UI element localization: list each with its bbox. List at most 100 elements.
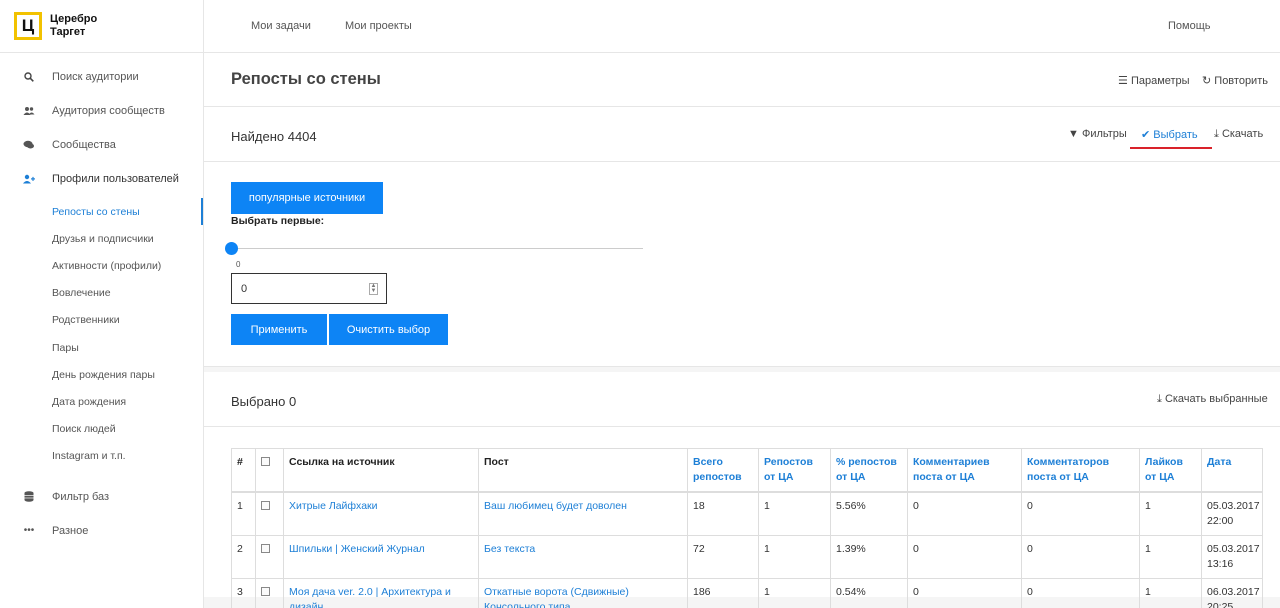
cell-select[interactable] (255, 578, 284, 608)
sidebar-item-audience-search[interactable]: Поиск аудитории (0, 60, 203, 94)
col-header-select-all[interactable] (255, 448, 284, 493)
col-header-commenters[interactable]: Комментаторов поста от ЦА (1021, 448, 1140, 493)
col-header-total-reposts[interactable]: Всего репостов (687, 448, 759, 493)
cell-reposts-from-ta: 1 (758, 535, 831, 579)
sidebar-subitem-wall-reposts[interactable]: Репосты со стены (0, 198, 203, 226)
found-count: Найдено 4404 (231, 129, 317, 144)
top-nav-my-projects[interactable]: Мои проекты (345, 20, 412, 32)
source-link[interactable]: Моя дача ver. 2.0 | Архитектура и дизайн (289, 586, 451, 608)
top-nav-my-tasks[interactable]: Мои задачи (251, 20, 311, 32)
row-checkbox[interactable] (261, 501, 270, 510)
selected-count: Выбрано 0 (231, 394, 297, 409)
cell-commenters: 0 (1021, 578, 1140, 608)
sidebar-item-label: Поиск аудитории (52, 71, 139, 83)
results-table-panel: # Ссылка на источник Пост Всего репостов… (204, 427, 1280, 608)
sidebar-subnav: Репосты со стены Друзья и подписчики Акт… (0, 198, 203, 470)
cell-reposts-from-ta: 1 (758, 578, 831, 608)
download-selected-button[interactable]: ⤓ Скачать выбранные (1157, 393, 1268, 406)
row-checkbox[interactable] (261, 587, 270, 596)
sidebar-subitem-couple-birthday[interactable]: День рождения пары (0, 361, 203, 388)
sidebar-subitem-activities[interactable]: Активности (профили) (0, 252, 203, 279)
pick-first-slider-track[interactable] (235, 248, 643, 249)
download-selected-label: Скачать выбранные (1164, 393, 1268, 405)
col-header-reposts-from-ta[interactable]: Репостов от ЦА (758, 448, 831, 493)
sidebar-item-label: Разное (52, 524, 89, 537)
main-content: Репосты со стены ☰ Параметры ↻ Повторить… (204, 53, 1280, 608)
repeat-label: Повторить (1214, 75, 1268, 87)
sidebar-item-misc[interactable]: ••• Разное (0, 514, 203, 548)
number-spinner-icon[interactable]: ▲ ▼ (369, 283, 378, 295)
select-all-checkbox[interactable] (261, 457, 270, 466)
sidebar-item-communities[interactable]: Сообщества (0, 128, 203, 162)
sliders-icon: ☰ (1118, 75, 1128, 87)
sidebar-subitem-people-search[interactable]: Поиск людей (0, 416, 203, 443)
col-header-date[interactable]: Дата (1201, 448, 1263, 493)
cell-source: Хитрые Лайфхаки (283, 491, 479, 536)
row-checkbox[interactable] (261, 544, 270, 553)
sidebar-subitem-relatives[interactable]: Родственники (0, 307, 203, 334)
sidebar-item-label: Фильтр баз (52, 490, 110, 503)
sidebar-nav-bottom: Фильтр баз ••• Разное (0, 480, 203, 548)
cell-pct-reposts: 0.54% (830, 578, 908, 608)
clear-selection-button[interactable]: Очистить выбор (329, 314, 448, 345)
cell-number: 1 (231, 491, 256, 536)
pick-first-slider-handle[interactable] (225, 242, 238, 255)
source-link[interactable]: Хитрые Лайфхаки (289, 500, 378, 512)
post-link[interactable]: Без текста (484, 543, 535, 555)
sidebar-nav: Поиск аудитории Аудитория сообществ Сооб… (0, 60, 203, 196)
select-label: Выбрать (1153, 129, 1198, 141)
sidebar-subitem-instagram[interactable]: Instagram и т.п. (0, 443, 203, 470)
sidebar-item-community-audience[interactable]: Аудитория сообществ (0, 94, 203, 128)
found-panel: Найдено 4404 ▼ Фильтры ✔ Выбрать ⤓ Скача… (204, 107, 1280, 162)
pick-first-input[interactable]: 0 ▲ ▼ (231, 273, 387, 304)
table-row: 2 Шпильки | Женский Журнал Без текста 72… (231, 535, 1263, 579)
cell-post: Откатные ворота (Сдвижные) Консольного т… (478, 578, 688, 608)
cell-commenters: 0 (1021, 535, 1140, 579)
logo-line-1: Церебро (50, 13, 98, 25)
sidebar: Ц Церебро Таргет Поиск аудитории Аудитор… (0, 0, 204, 608)
ellipsis-icon: ••• (23, 525, 35, 537)
results-table: # Ссылка на источник Пост Всего репостов… (231, 448, 1263, 608)
popular-sources-button[interactable]: популярные источники (231, 182, 383, 214)
cell-date: 05.03.2017 22:00 (1201, 491, 1263, 536)
selected-panel: Выбрано 0 ⤓ Скачать выбранные (204, 372, 1280, 427)
logo-mark: Ц (14, 12, 42, 40)
logo[interactable]: Ц Церебро Таргет (0, 0, 203, 53)
cell-source: Шпильки | Женский Журнал (283, 535, 479, 579)
filters-button[interactable]: ▼ Фильтры (1068, 128, 1127, 140)
download-button[interactable]: ⤓ Скачать (1214, 128, 1263, 141)
cell-number: 2 (231, 535, 256, 579)
download-icon: ⤓ (1157, 393, 1162, 405)
cell-select[interactable] (255, 491, 284, 536)
sidebar-item-user-profiles[interactable]: Профили пользователей (0, 162, 203, 196)
cell-number: 3 (231, 578, 256, 608)
cell-likes: 1 (1139, 491, 1202, 536)
col-header-pct-reposts[interactable]: % репостов от ЦА (830, 448, 908, 493)
cell-comments: 0 (907, 535, 1022, 579)
check-icon: ✔ (1141, 129, 1151, 141)
col-header-likes[interactable]: Лайков от ЦА (1139, 448, 1202, 493)
post-link[interactable]: Ваш любимец будет доволен (484, 500, 627, 512)
logo-line-2: Таргет (50, 26, 86, 38)
sidebar-subitem-engagement[interactable]: Вовлечение (0, 280, 203, 307)
sidebar-subitem-birth-date[interactable]: Дата рождения (0, 388, 203, 415)
logo-text: Церебро Таргет (50, 13, 97, 39)
top-nav-help[interactable]: Помощь (1168, 20, 1211, 32)
cell-select[interactable] (255, 535, 284, 579)
sidebar-item-label: Профили пользователей (52, 173, 179, 185)
select-panel: популярные источники Выбрать первые: 0 0… (204, 162, 1280, 367)
col-header-comments[interactable]: Комментариев поста от ЦА (907, 448, 1022, 493)
sidebar-item-db-filter[interactable]: Фильтр баз (0, 480, 203, 514)
source-link[interactable]: Шпильки | Женский Журнал (289, 543, 425, 555)
sidebar-item-label: Сообщества (52, 139, 116, 151)
params-button[interactable]: ☰ Параметры (1118, 74, 1190, 87)
post-link[interactable]: Откатные ворота (Сдвижные) Консольного т… (484, 586, 629, 608)
sidebar-subitem-friends-followers[interactable]: Друзья и подписчики (0, 225, 203, 252)
repeat-button[interactable]: ↻ Повторить (1202, 74, 1268, 87)
table-row: 1 Хитрые Лайфхаки Ваш любимец будет дово… (231, 491, 1263, 536)
slider-value: 0 (236, 260, 241, 269)
sidebar-subitem-couples[interactable]: Пары (0, 334, 203, 361)
cell-comments: 0 (907, 491, 1022, 536)
select-button[interactable]: ✔ Выбрать (1141, 128, 1198, 141)
apply-button[interactable]: Применить (231, 314, 327, 345)
